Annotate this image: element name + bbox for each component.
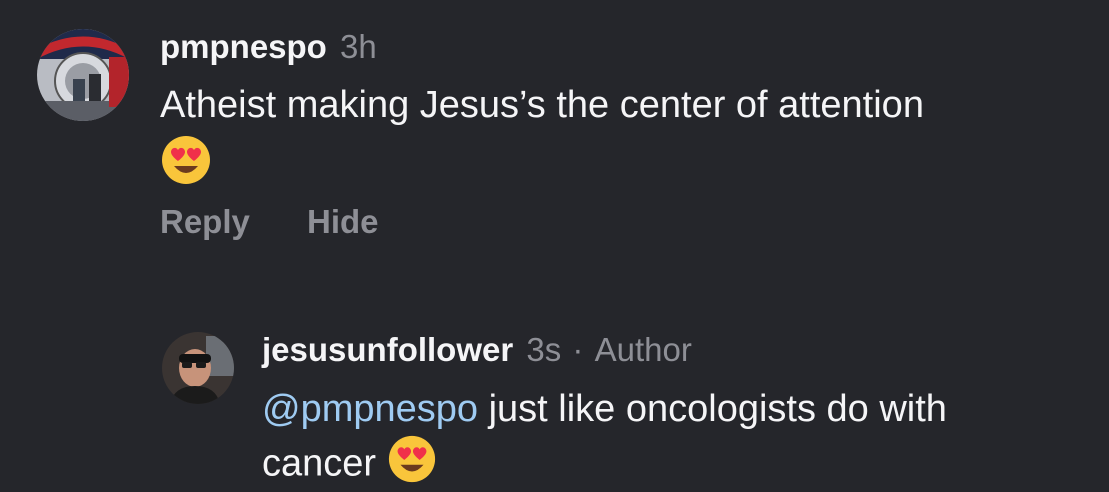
mention-link[interactable]: @pmpnespo (262, 388, 478, 430)
comment-text: Atheist making Jesus’s the center of att… (160, 80, 1090, 199)
avatar-pmpnespo[interactable] (37, 29, 129, 121)
reply-separator: · (572, 331, 584, 368)
comment-timestamp: 3h (340, 28, 377, 65)
comment-username[interactable]: pmpnespo (160, 28, 327, 65)
reply-username[interactable]: jesusunfollower (262, 331, 513, 368)
reply-text-line1: just like oncologists do with (478, 388, 947, 430)
reply-text: @pmpnespo just like oncologists do with … (262, 384, 1102, 492)
avatar-jesusunfollower[interactable] (162, 332, 234, 404)
reply-header: jesusunfollower 3s · Author (262, 331, 692, 369)
comment-header: pmpnespo 3h (160, 28, 377, 66)
heart-eyes-emoji-icon (387, 434, 437, 492)
author-badge: Author (594, 331, 692, 368)
reply-text-line2: cancer (262, 442, 387, 485)
heart-eyes-emoji-icon (160, 134, 212, 199)
hide-button[interactable]: Hide (307, 203, 379, 241)
comment-text-content: Atheist making Jesus’s the center of att… (160, 84, 924, 126)
reply-button[interactable]: Reply (160, 203, 250, 241)
reply-timestamp: 3s (526, 331, 562, 368)
